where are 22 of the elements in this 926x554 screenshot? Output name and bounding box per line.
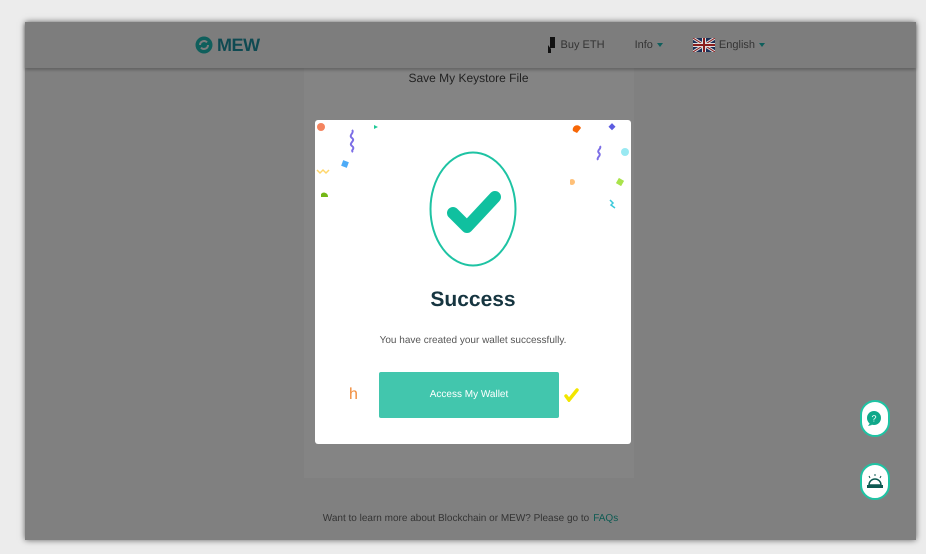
access-wallet-button[interactable]: Access My Wallet	[379, 372, 559, 418]
service-bell-icon	[866, 474, 884, 490]
info-dropdown[interactable]: Info	[634, 36, 663, 54]
logo-icon	[195, 36, 213, 54]
footer-text: Want to learn more about Blockchain or MEW? Please go to	[322, 512, 590, 526]
caret-icon	[656, 43, 663, 47]
check-icon	[564, 387, 579, 402]
caret-icon	[759, 43, 765, 47]
letter-mark: h	[349, 384, 359, 404]
question-mark: ?	[872, 413, 876, 423]
logo-text[interactable]: MEW	[217, 32, 260, 58]
notification-button[interactable]	[860, 463, 890, 500]
help-button[interactable]: ?	[860, 400, 890, 437]
dialog-message: You have created your wallet successfully.	[380, 334, 566, 348]
page-title: Save My Keystore File	[408, 70, 529, 87]
hand-card-icon	[546, 37, 557, 53]
buy-eth-link[interactable]: Buy ETH	[546, 36, 605, 54]
dialog-title: Success	[430, 287, 516, 313]
uk-flag-icon	[692, 38, 715, 52]
success-check-icon	[429, 151, 517, 267]
language-selector[interactable]: English	[692, 36, 765, 54]
faqs-link[interactable]: FAQs	[593, 511, 618, 526]
